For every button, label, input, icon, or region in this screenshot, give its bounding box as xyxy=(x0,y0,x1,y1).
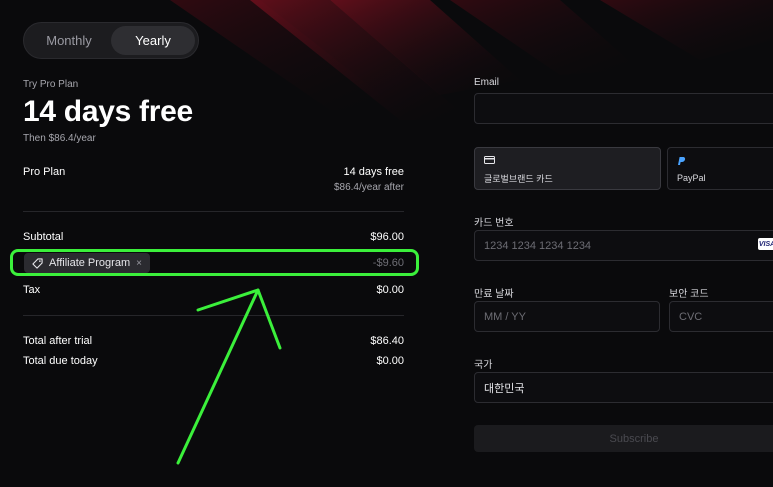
subscribe-button[interactable]: Subscribe xyxy=(474,425,773,452)
subtotal-label: Subtotal xyxy=(23,231,64,243)
country-label: 국가 xyxy=(474,360,493,371)
plan-item-after: $86.4/year after xyxy=(333,182,404,193)
visa-icon: VISA xyxy=(758,238,773,250)
total-due-today-value: $0.00 xyxy=(376,355,404,367)
plan-item-trial: 14 days free xyxy=(343,166,404,178)
country-select[interactable]: 대한민국 xyxy=(474,372,773,403)
divider xyxy=(23,315,404,316)
paypal-icon xyxy=(678,157,686,165)
card-icon xyxy=(484,156,495,164)
page-title: 14 days free xyxy=(23,95,193,128)
divider xyxy=(23,211,404,212)
plan-item-name: Pro Plan xyxy=(23,166,66,178)
annotation-highlight-box xyxy=(10,249,419,276)
yearly-toggle-button[interactable]: Yearly xyxy=(111,26,195,55)
payment-method-paypal[interactable]: PayPal xyxy=(667,147,773,190)
card-number-input[interactable]: 1234 1234 1234 1234 xyxy=(474,230,773,261)
email-field[interactable] xyxy=(474,93,773,124)
payment-method-paypal-label: PayPal xyxy=(677,173,706,183)
expiry-input[interactable]: MM / YY xyxy=(474,301,660,332)
plan-item-price: 14 days free $86.4/year after xyxy=(334,166,404,193)
plan-eyebrow: Try Pro Plan xyxy=(23,79,79,90)
total-after-trial-label: Total after trial xyxy=(23,335,93,347)
tax-row: Tax $0.00 xyxy=(23,284,404,296)
total-after-trial-value: $86.40 xyxy=(370,335,404,347)
card-number-label: 카드 번호 xyxy=(474,218,514,229)
subtotal-row: Subtotal $96.00 xyxy=(23,231,404,243)
total-due-today-row: Total due today $0.00 xyxy=(23,355,404,367)
payment-method-card-label: 글로벌브랜드 카드 xyxy=(484,174,553,184)
then-price: Then $86.4/year xyxy=(23,133,96,144)
monthly-toggle-button[interactable]: Monthly xyxy=(27,26,111,55)
billing-period-toggle: Monthly Yearly xyxy=(23,22,199,59)
subtotal-value: $96.00 xyxy=(370,231,404,243)
tax-value: $0.00 xyxy=(376,284,404,296)
email-label: Email xyxy=(474,77,500,88)
tax-label: Tax xyxy=(23,284,41,296)
cvc-input[interactable]: CVC xyxy=(669,301,773,332)
total-after-trial-row: Total after trial $86.40 xyxy=(23,335,404,347)
cvc-label: 보안 코드 xyxy=(669,289,709,300)
total-due-today-label: Total due today xyxy=(23,355,98,367)
payment-method-card[interactable]: 글로벌브랜드 카드 xyxy=(474,147,661,190)
plan-line-item: Pro Plan 14 days free $86.4/year after xyxy=(23,166,404,193)
expiry-label: 만료 날짜 xyxy=(474,289,514,300)
